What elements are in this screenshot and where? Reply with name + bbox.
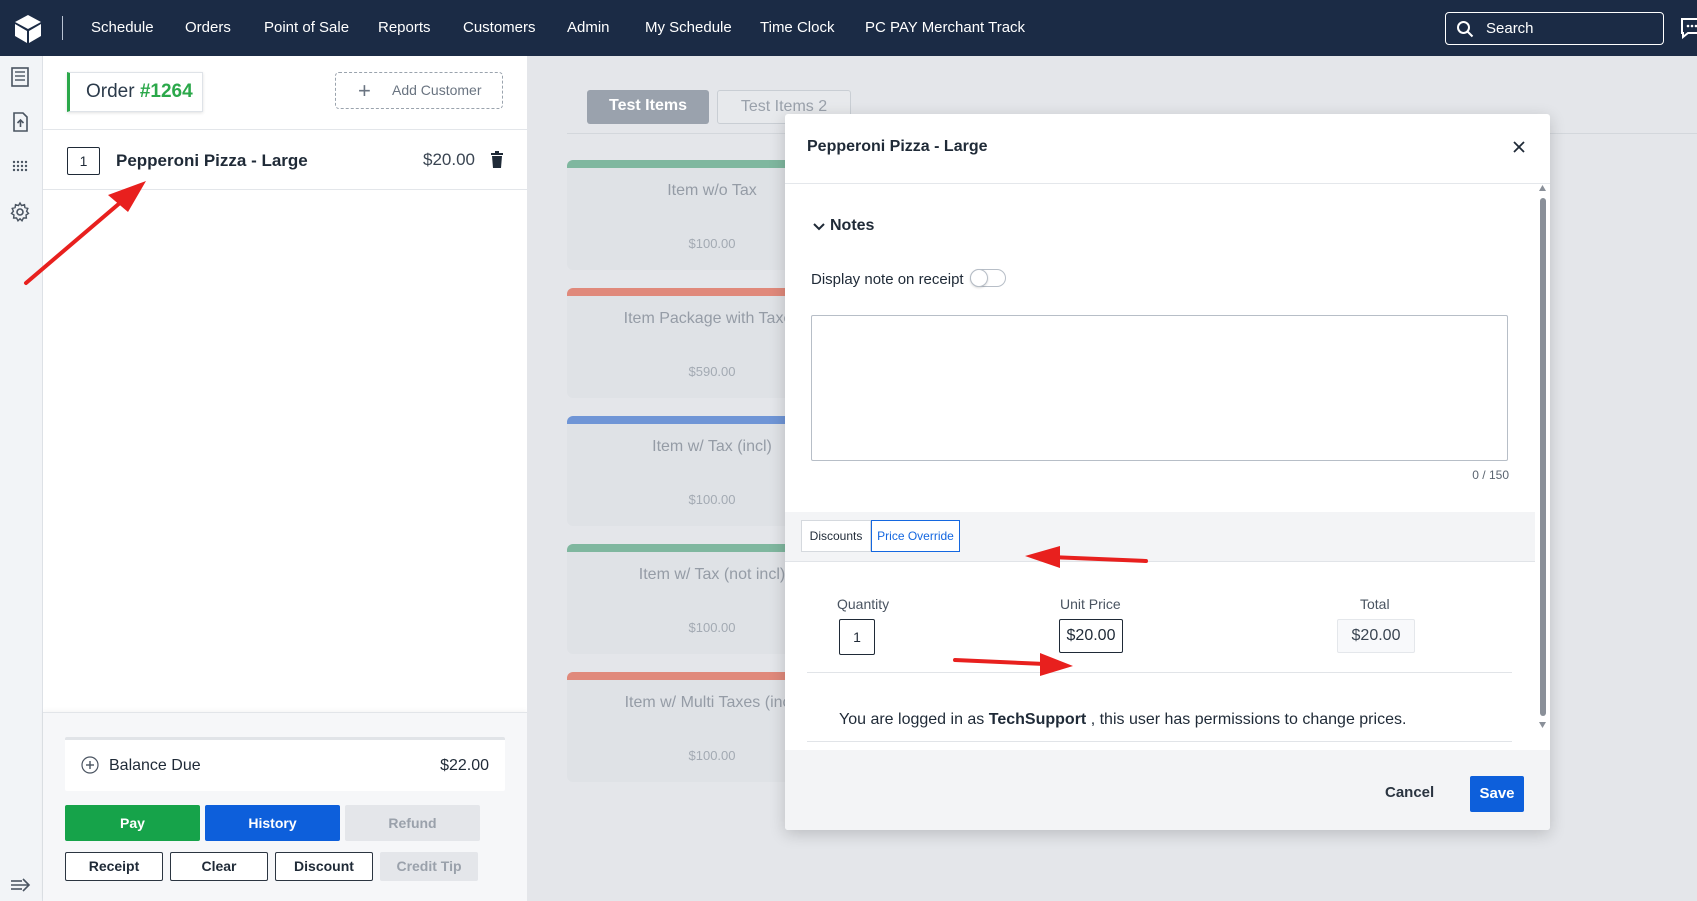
tab-discounts[interactable]: Discounts — [801, 520, 871, 552]
expand-plus-icon — [81, 756, 99, 774]
plus-icon: + — [358, 78, 371, 103]
quantity-label: Quantity — [837, 596, 890, 612]
modal-title: Pepperoni Pizza - Large — [807, 138, 988, 155]
order-label: Order — [86, 81, 135, 102]
divider — [43, 189, 527, 190]
add-customer-button[interactable]: + Add Customer — [335, 72, 503, 109]
trash-icon[interactable] — [490, 151, 504, 168]
refund-button[interactable]: Refund — [345, 805, 480, 841]
modal-scrollbar[interactable] — [1535, 184, 1550, 732]
notes-section-toggle[interactable]: Notes — [830, 217, 874, 235]
document-upload-icon[interactable] — [9, 111, 31, 133]
logged-in-user: TechSupport — [988, 711, 1087, 728]
order-panel: Order #1264 + Add Customer 1 Pepperoni P… — [43, 56, 527, 901]
keypad-grid-icon[interactable] — [9, 156, 31, 178]
total-value: $20.00 — [1337, 619, 1415, 653]
search-icon — [1457, 21, 1474, 38]
settings-gear-icon[interactable] — [9, 201, 31, 223]
receipt-button[interactable]: Receipt — [65, 852, 163, 881]
register-icon[interactable] — [9, 66, 31, 88]
expand-panel-icon[interactable] — [9, 874, 31, 896]
quantity-input[interactable] — [839, 619, 875, 655]
note-textarea[interactable] — [811, 315, 1508, 461]
nav-pc-pay-merchant-track[interactable]: PC PAY Merchant Track — [865, 0, 1025, 56]
order-number: #1264 — [139, 81, 193, 102]
credit-tip-button[interactable]: Credit Tip — [380, 852, 478, 881]
line-item-name[interactable]: Pepperoni Pizza - Large — [116, 151, 308, 171]
nav-reports[interactable]: Reports — [378, 0, 431, 56]
logo-divider — [62, 16, 63, 40]
permission-prefix: You are logged in as — [839, 711, 985, 728]
balance-due-amount: $22.00 — [440, 757, 489, 774]
balance-due-row[interactable]: Balance Due $22.00 — [65, 737, 505, 791]
clear-button[interactable]: Clear — [170, 852, 268, 881]
history-button[interactable]: History — [205, 805, 340, 841]
save-button[interactable]: Save — [1470, 776, 1524, 812]
left-icon-rail — [0, 56, 43, 901]
pay-button[interactable]: Pay — [65, 805, 200, 841]
divider — [807, 672, 1512, 673]
nav-time-clock[interactable]: Time Clock — [760, 0, 834, 56]
unit-price-label: Unit Price — [1060, 596, 1121, 612]
scroll-up-arrow-icon[interactable] — [1538, 184, 1547, 192]
scroll-down-arrow-icon[interactable] — [1538, 721, 1547, 729]
line-item-quantity[interactable]: 1 — [67, 147, 100, 175]
top-navigation-bar: Schedule Orders Point of Sale Reports Cu… — [0, 0, 1697, 56]
nav-customers[interactable]: Customers — [463, 0, 536, 56]
order-tab[interactable]: Order #1264 — [67, 72, 203, 112]
nav-orders[interactable]: Orders — [185, 0, 231, 56]
permission-message: You are logged in as TechSupport , this … — [839, 711, 1406, 729]
order-footer: Balance Due $22.00 Pay History Refund Re… — [43, 712, 527, 901]
display-note-toggle[interactable] — [970, 269, 1006, 287]
nav-my-schedule[interactable]: My Schedule — [645, 0, 732, 56]
cancel-button[interactable]: Cancel — [1385, 776, 1434, 810]
scroll-thumb[interactable] — [1540, 198, 1546, 716]
note-character-counter: 0 / 150 — [1472, 468, 1509, 482]
toggle-knob — [970, 269, 988, 287]
modal-footer: Cancel Save — [785, 750, 1550, 830]
chevron-down-icon[interactable] — [813, 222, 825, 232]
divider — [785, 183, 1550, 184]
box-logo-icon[interactable] — [14, 14, 42, 44]
modal-tabs: Discounts Price Override — [785, 512, 1535, 562]
divider — [807, 741, 1512, 742]
category-tab-test-items[interactable]: Test Items — [587, 90, 709, 124]
nav-point-of-sale[interactable]: Point of Sale — [264, 0, 349, 56]
add-customer-label: Add Customer — [392, 82, 482, 98]
display-note-label: Display note on receipt — [811, 271, 964, 288]
nav-admin[interactable]: Admin — [567, 0, 610, 56]
nav-schedule[interactable]: Schedule — [91, 0, 154, 56]
search-box[interactable]: Search — [1445, 12, 1664, 45]
close-icon[interactable] — [1513, 141, 1525, 153]
total-label: Total — [1360, 596, 1390, 612]
item-edit-modal: Pepperoni Pizza - Large Notes Display no… — [785, 114, 1550, 830]
balance-due-label: Balance Due — [109, 757, 201, 774]
permission-suffix: , this user has permissions to change pr… — [1090, 711, 1407, 728]
divider — [43, 129, 527, 130]
search-label: Search — [1486, 20, 1534, 37]
chat-icon[interactable] — [1680, 17, 1697, 39]
discount-button[interactable]: Discount — [275, 852, 373, 881]
unit-price-input[interactable] — [1059, 619, 1123, 653]
line-item-price: $20.00 — [423, 150, 475, 169]
tab-price-override[interactable]: Price Override — [871, 520, 960, 552]
